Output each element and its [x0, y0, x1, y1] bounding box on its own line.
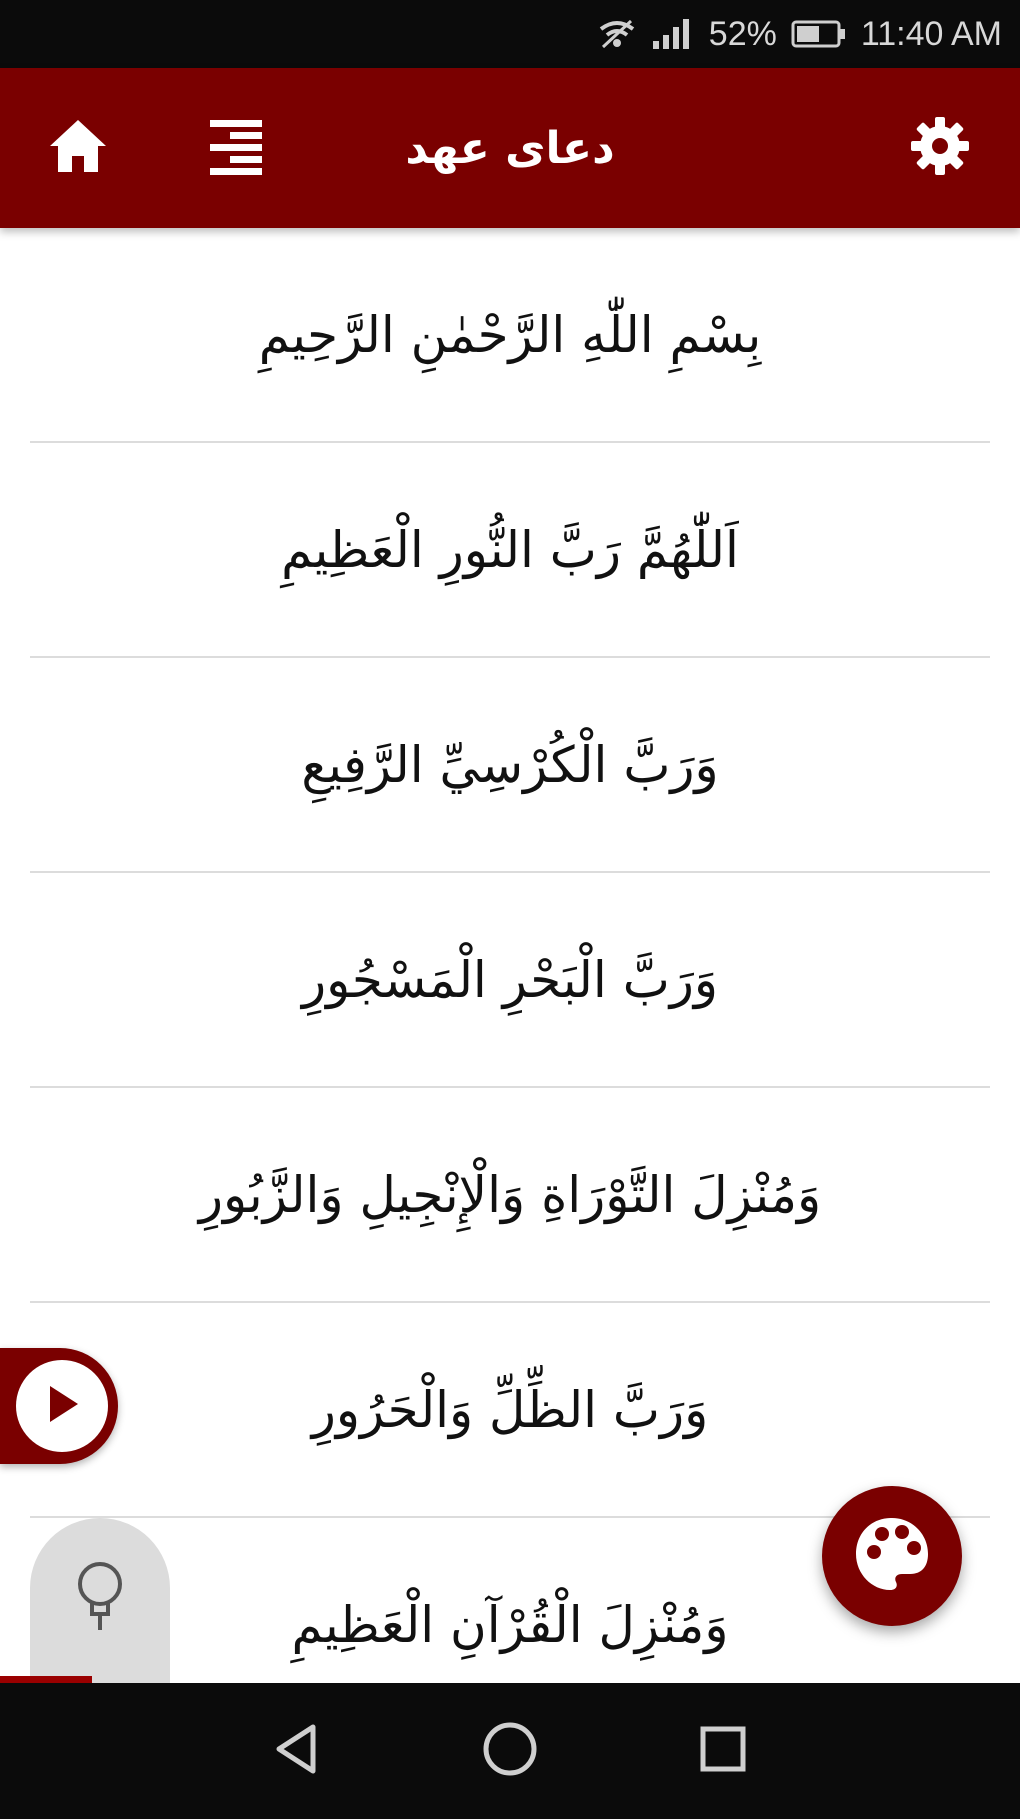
page-title: دعای عهد	[405, 122, 615, 174]
play-button[interactable]	[0, 1348, 118, 1464]
recents-button[interactable]	[688, 1716, 758, 1786]
verse-item: وَمُنْزِلَ التَّوْرَاةِ وَالْإِنْجِيلِ و…	[30, 1088, 990, 1303]
verse-item: وَرَبَّ الْبَحْرِ الْمَسْجُورِ	[30, 873, 990, 1088]
status-bar: 52% 11:40 AM	[0, 0, 1020, 68]
play-icon	[42, 1382, 82, 1430]
circle-icon	[480, 1719, 540, 1783]
palette-icon	[850, 1512, 934, 1600]
verse-item: بِسْمِ اللّٰهِ الرَّحْمٰنِ الرَّحِيمِ	[30, 228, 990, 443]
verse-list[interactable]: بِسْمِ اللّٰهِ الرَّحْمٰنِ الرَّحِيمِ اَ…	[0, 228, 1020, 1683]
home-nav-button[interactable]	[475, 1716, 545, 1786]
wifi-off-icon	[597, 17, 637, 51]
bulb-button[interactable]	[30, 1518, 170, 1688]
verse-item: وَرَبَّ الظِّلِّ وَالْحَرُورِ	[30, 1303, 990, 1518]
square-icon	[695, 1721, 751, 1781]
verse-item: اَللّٰهُمَّ رَبَّ النُّورِ الْعَظِيمِ	[30, 443, 990, 658]
palette-button[interactable]	[822, 1486, 962, 1626]
back-button[interactable]	[262, 1716, 332, 1786]
play-circle	[16, 1360, 108, 1452]
app-bar: دعای عهد	[0, 68, 1020, 228]
back-icon	[269, 1721, 325, 1781]
verse-item: وَرَبَّ الْكُرْسِيِّ الرَّفِيعِ	[30, 658, 990, 873]
bulb-icon	[70, 1558, 130, 1642]
signal-icon	[651, 17, 695, 51]
clock: 11:40 AM	[860, 14, 1002, 53]
battery-icon	[791, 19, 847, 49]
gear-icon	[909, 115, 971, 181]
system-nav-bar	[0, 1683, 1020, 1819]
settings-button[interactable]	[900, 108, 980, 188]
battery-percent: 52%	[708, 14, 777, 53]
